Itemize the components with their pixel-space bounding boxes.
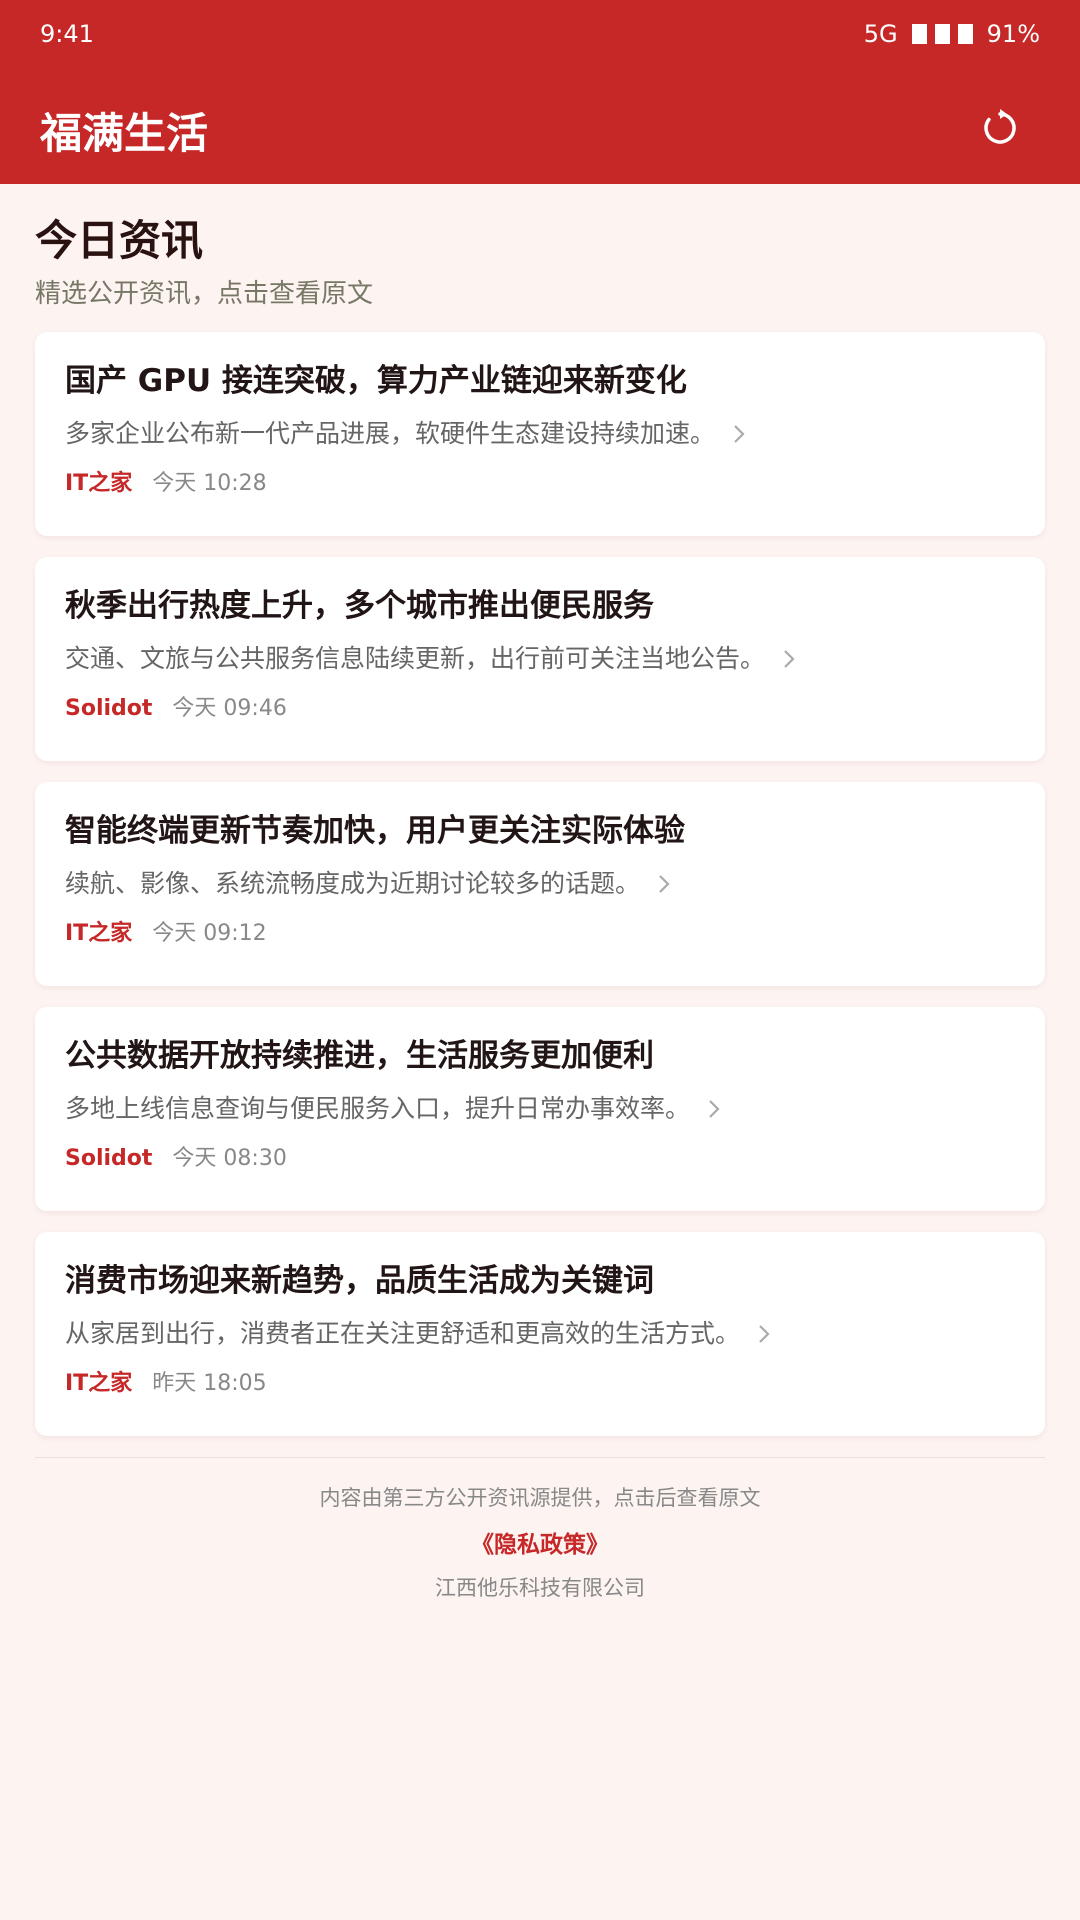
- chevron-right-icon: [658, 873, 672, 895]
- news-meta: IT之家 今天 10:28: [65, 468, 1015, 500]
- chevron-right-icon: [733, 423, 747, 445]
- news-card[interactable]: 秋季出行热度上升，多个城市推出便民服务 交通、文旅与公共服务信息陆续更新，出行前…: [35, 557, 1045, 761]
- chevron-right-icon: [783, 648, 797, 670]
- battery-level: 91%: [986, 20, 1040, 48]
- news-source: IT之家: [65, 921, 133, 946]
- news-time: 今天 09:12: [152, 921, 267, 946]
- news-meta: IT之家 昨天 18:05: [65, 1368, 1015, 1400]
- news-time: 今天 09:46: [172, 696, 287, 721]
- news-time: 今天 08:30: [172, 1146, 287, 1171]
- news-summary-row: 交通、文旅与公共服务信息陆续更新，出行前可关注当地公告。: [65, 639, 1015, 679]
- footer: 内容由第三方公开资讯源提供，点击后查看原文 《隐私政策》 江西他乐科技有限公司: [35, 1482, 1045, 1604]
- news-list: 国产 GPU 接连突破，算力产业链迎来新变化 多家企业公布新一代产品进展，软硬件…: [35, 332, 1045, 1436]
- news-title: 公共数据开放持续推进，生活服务更加便利: [65, 1038, 654, 1074]
- news-summary-row: 多地上线信息查询与便民服务入口，提升日常办事效率。: [65, 1089, 1015, 1129]
- news-source: Solidot: [65, 696, 153, 721]
- news-source: Solidot: [65, 1146, 153, 1171]
- news-summary-row: 多家企业公布新一代产品进展，软硬件生态建设持续加速。: [65, 414, 1015, 454]
- news-summary-row: 续航、影像、系统流畅度成为近期讨论较多的话题。: [65, 864, 1015, 904]
- signal-icon: [911, 24, 973, 44]
- refresh-icon[interactable]: [970, 98, 1030, 158]
- news-summary-row: 从家居到出行，消费者正在关注更舒适和更高效的生活方式。: [65, 1314, 1015, 1354]
- news-meta: Solidot 今天 08:30: [65, 1143, 1015, 1175]
- app-header: 9:41 5G 91% 福满生活: [0, 0, 1080, 184]
- company-name: 江西他乐科技有限公司: [435, 1576, 645, 1600]
- chevron-right-icon: [758, 1323, 772, 1345]
- news-card[interactable]: 智能终端更新节奏加快，用户更关注实际体验 续航、影像、系统流畅度成为近期讨论较多…: [35, 782, 1045, 986]
- chevron-right-icon: [708, 1098, 722, 1120]
- footer-divider: [35, 1457, 1045, 1458]
- news-card[interactable]: 消费市场迎来新趋势，品质生活成为关键词 从家居到出行，消费者正在关注更舒适和更高…: [35, 1232, 1045, 1436]
- news-summary: 续航、影像、系统流畅度成为近期讨论较多的话题。: [65, 869, 641, 898]
- main-content: 今日资讯 精选公开资讯，点击查看原文 国产 GPU 接连突破，算力产业链迎来新变…: [35, 184, 1045, 1604]
- page-subtitle: 精选公开资讯，点击查看原文: [35, 279, 374, 309]
- news-summary: 多家企业公布新一代产品进展，软硬件生态建设持续加速。: [65, 419, 716, 448]
- news-time: 昨天 18:05: [152, 1371, 267, 1396]
- news-title: 国产 GPU 接连突破，算力产业链迎来新变化: [65, 363, 687, 399]
- news-source: IT之家: [65, 1371, 133, 1396]
- news-title: 消费市场迎来新趋势，品质生活成为关键词: [65, 1263, 654, 1299]
- status-bar: 9:41 5G 91%: [0, 0, 1080, 72]
- status-time: 9:41: [40, 20, 94, 48]
- news-summary: 多地上线信息查询与便民服务入口，提升日常办事效率。: [65, 1094, 691, 1123]
- news-summary: 从家居到出行，消费者正在关注更舒适和更高效的生活方式。: [65, 1319, 741, 1348]
- news-card[interactable]: 公共数据开放持续推进，生活服务更加便利 多地上线信息查询与便民服务入口，提升日常…: [35, 1007, 1045, 1211]
- news-card[interactable]: 国产 GPU 接连突破，算力产业链迎来新变化 多家企业公布新一代产品进展，软硬件…: [35, 332, 1045, 536]
- page-title: 今日资讯: [35, 216, 204, 265]
- news-source: IT之家: [65, 471, 133, 496]
- news-meta: Solidot 今天 09:46: [65, 693, 1015, 725]
- footer-note: 内容由第三方公开资讯源提供，点击后查看原文: [319, 1486, 761, 1510]
- news-title: 秋季出行热度上升，多个城市推出便民服务: [65, 588, 654, 624]
- news-meta: IT之家 今天 09:12: [65, 918, 1015, 950]
- network-type: 5G: [863, 20, 898, 48]
- news-title: 智能终端更新节奏加快，用户更关注实际体验: [65, 813, 685, 849]
- status-indicators: 5G 91%: [864, 20, 1040, 48]
- app-title: 福满生活: [40, 109, 209, 158]
- privacy-policy-link[interactable]: 《隐私政策》: [35, 1528, 1045, 1562]
- news-summary: 交通、文旅与公共服务信息陆续更新，出行前可关注当地公告。: [65, 644, 766, 673]
- news-time: 今天 10:28: [152, 471, 267, 496]
